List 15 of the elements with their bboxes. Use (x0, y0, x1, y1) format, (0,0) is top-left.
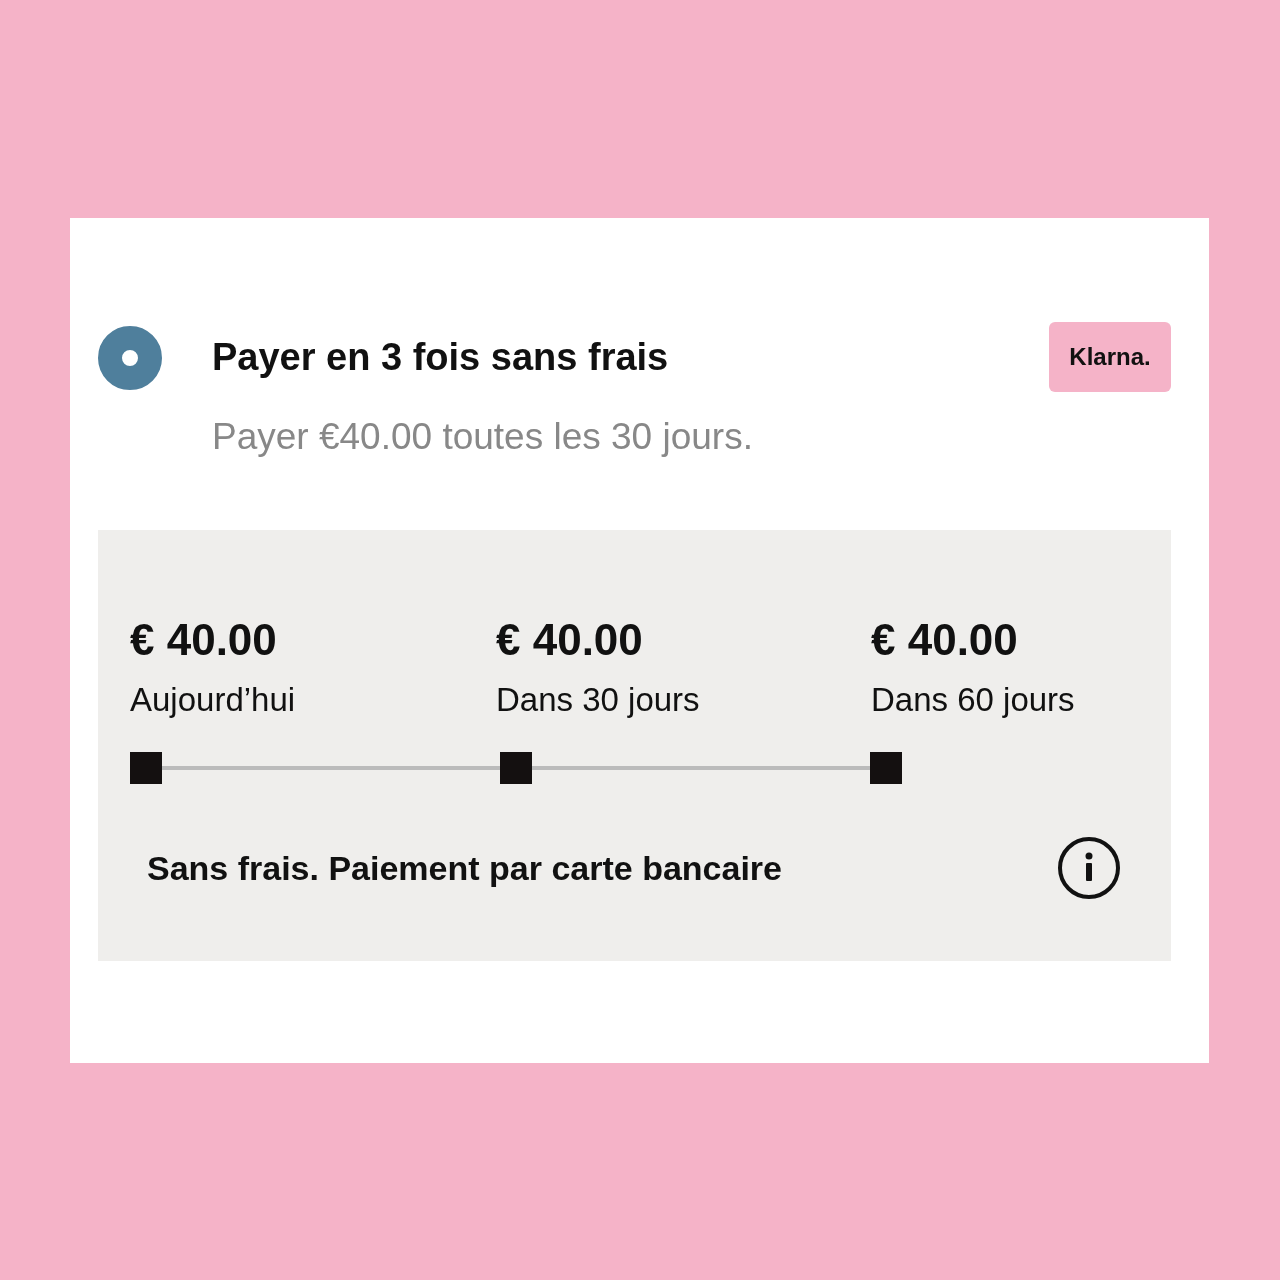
klarna-badge: Klarna. (1049, 322, 1171, 392)
installment-date: Dans 60 jours (871, 680, 1076, 720)
timeline-marker (130, 752, 162, 784)
installment-date: Aujourd’hui (130, 680, 297, 720)
info-icon[interactable] (1057, 836, 1121, 900)
installment-amount: € 40.00 (130, 614, 278, 666)
radio-button[interactable] (98, 326, 162, 390)
option-subtitle: Payer €40.00 toutes les 30 jours. (212, 415, 754, 459)
timeline-marker (500, 752, 532, 784)
installment-date: Dans 30 jours (496, 680, 701, 720)
installment-amount: € 40.00 (496, 614, 644, 666)
option-title: Payer en 3 fois sans frais (212, 335, 670, 380)
fee-note: Sans frais. Paiement par carte bancaire (147, 848, 782, 888)
timeline-marker (870, 752, 902, 784)
installment-amount: € 40.00 (871, 614, 1019, 666)
